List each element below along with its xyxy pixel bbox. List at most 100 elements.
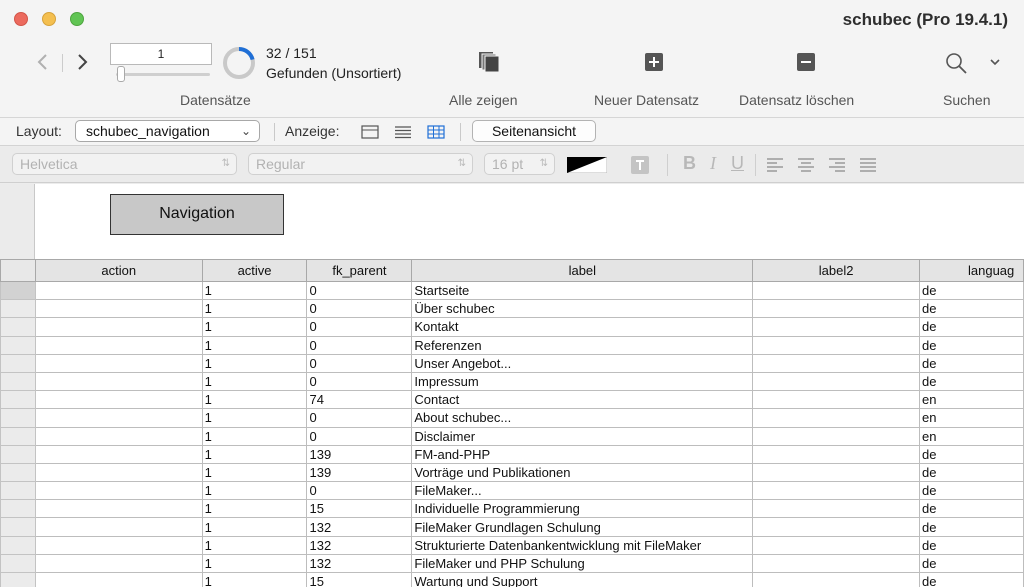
italic-button[interactable]: I — [710, 153, 716, 174]
cell-fk-parent[interactable]: 0 — [306, 481, 413, 501]
cell-label[interactable]: Impressum — [411, 371, 754, 392]
align-center-icon[interactable] — [798, 158, 814, 172]
row-handle[interactable] — [0, 408, 36, 428]
search-button[interactable]: Suchen — [943, 92, 990, 108]
next-record-button[interactable] — [72, 50, 92, 74]
column-header-languag[interactable]: languag — [918, 259, 1024, 282]
row-handle[interactable] — [0, 280, 36, 301]
cell-fk-parent[interactable]: 0 — [306, 317, 413, 337]
cell-label[interactable]: Vorträge und Publikationen — [411, 462, 754, 483]
cell-active[interactable]: 1 — [201, 571, 308, 587]
table-row[interactable]: 1 0 Disclaimer en — [0, 426, 1024, 446]
cell-action[interactable] — [34, 335, 203, 355]
cell-label2[interactable] — [752, 371, 920, 392]
font-style-select[interactable]: Regular ⇅ — [248, 153, 473, 175]
record-number-input[interactable]: 1 — [110, 43, 212, 65]
font-select[interactable]: Helvetica ⇅ — [12, 153, 237, 175]
cell-label[interactable]: FileMaker Grundlagen Schulung — [411, 517, 754, 537]
cell-active[interactable]: 1 — [201, 444, 308, 464]
minus-square-icon[interactable] — [797, 53, 815, 71]
cell-label2[interactable] — [752, 535, 920, 555]
cell-active[interactable]: 1 — [201, 280, 308, 301]
cell-fk-parent[interactable]: 139 — [306, 444, 413, 464]
table-row[interactable]: 1 0 Startseite de — [0, 280, 1024, 301]
cell-active[interactable]: 1 — [201, 299, 308, 319]
cell-fk-parent[interactable]: 139 — [306, 462, 413, 483]
navigation-button[interactable]: Navigation — [110, 194, 284, 235]
preview-mode-button[interactable]: Seitenansicht — [472, 120, 596, 142]
cell-languag[interactable]: de — [918, 517, 1024, 537]
cell-label[interactable]: Disclaimer — [411, 426, 754, 446]
cell-fk-parent[interactable]: 0 — [306, 426, 413, 446]
cell-languag[interactable]: de — [918, 353, 1024, 373]
table-row[interactable]: 1 74 Contact en — [0, 390, 1024, 410]
cell-label[interactable]: Über schubec — [411, 299, 754, 319]
cell-languag[interactable]: de — [918, 571, 1024, 587]
cell-active[interactable]: 1 — [201, 371, 308, 392]
cell-languag[interactable]: de — [918, 462, 1024, 483]
row-handle[interactable] — [0, 371, 36, 392]
cell-active[interactable]: 1 — [201, 481, 308, 501]
new-record-button[interactable]: Neuer Datensatz — [594, 92, 699, 108]
table-row[interactable]: 1 0 About schubec... en — [0, 408, 1024, 428]
form-view-icon[interactable] — [361, 125, 379, 139]
table-row[interactable]: 1 139 Vorträge und Publikationen de — [0, 462, 1024, 483]
row-handle[interactable] — [0, 299, 36, 319]
previous-record-button[interactable] — [33, 50, 53, 74]
align-left-icon[interactable] — [767, 158, 783, 172]
cell-action[interactable] — [34, 517, 203, 537]
row-handle[interactable] — [0, 553, 36, 574]
minimize-window-button[interactable] — [42, 12, 56, 26]
row-handle[interactable] — [0, 571, 36, 587]
text-highlight-icon[interactable] — [631, 156, 649, 174]
cell-active[interactable]: 1 — [201, 426, 308, 446]
cell-label[interactable]: FileMaker... — [411, 481, 754, 501]
cell-languag[interactable]: de — [918, 317, 1024, 337]
align-justify-icon[interactable] — [860, 158, 876, 172]
cell-label2[interactable] — [752, 571, 920, 587]
cell-active[interactable]: 1 — [201, 462, 308, 483]
cell-action[interactable] — [34, 535, 203, 555]
cell-label2[interactable] — [752, 317, 920, 337]
table-row[interactable]: 1 132 FileMaker und PHP Schulung de — [0, 553, 1024, 574]
cell-action[interactable] — [34, 280, 203, 301]
cell-label2[interactable] — [752, 335, 920, 355]
column-header-label2[interactable]: label2 — [752, 259, 920, 282]
row-handle[interactable] — [0, 499, 36, 519]
row-handle[interactable] — [0, 481, 36, 501]
cell-label2[interactable] — [752, 280, 920, 301]
cell-action[interactable] — [34, 426, 203, 446]
layout-select[interactable]: schubec_navigation ⌄ — [75, 120, 260, 142]
cell-label2[interactable] — [752, 353, 920, 373]
cell-languag[interactable]: en — [918, 390, 1024, 410]
cell-fk-parent[interactable]: 15 — [306, 499, 413, 519]
cell-languag[interactable]: de — [918, 299, 1024, 319]
table-row[interactable]: 1 0 Referenzen de — [0, 335, 1024, 355]
cell-label2[interactable] — [752, 517, 920, 537]
row-handle[interactable] — [0, 426, 36, 446]
cell-fk-parent[interactable]: 132 — [306, 553, 413, 574]
cell-label[interactable]: FM-and-PHP — [411, 444, 754, 464]
cell-active[interactable]: 1 — [201, 535, 308, 555]
record-slider-track[interactable] — [116, 73, 210, 76]
cell-action[interactable] — [34, 444, 203, 464]
cell-fk-parent[interactable]: 15 — [306, 571, 413, 587]
cell-action[interactable] — [34, 481, 203, 501]
row-handle[interactable] — [0, 335, 36, 355]
cell-active[interactable]: 1 — [201, 335, 308, 355]
row-handle[interactable] — [0, 535, 36, 555]
cell-languag[interactable]: de — [918, 280, 1024, 301]
cell-label2[interactable] — [752, 462, 920, 483]
cell-action[interactable] — [34, 390, 203, 410]
record-slider-thumb[interactable] — [117, 66, 125, 82]
underline-button[interactable]: U — [731, 153, 744, 174]
cell-languag[interactable]: de — [918, 481, 1024, 501]
cell-label2[interactable] — [752, 408, 920, 428]
cell-label2[interactable] — [752, 481, 920, 501]
cell-label2[interactable] — [752, 499, 920, 519]
cell-label2[interactable] — [752, 553, 920, 574]
close-window-button[interactable] — [14, 12, 28, 26]
cell-fk-parent[interactable]: 0 — [306, 353, 413, 373]
cell-action[interactable] — [34, 371, 203, 392]
table-row[interactable]: 1 0 Kontakt de — [0, 317, 1024, 337]
